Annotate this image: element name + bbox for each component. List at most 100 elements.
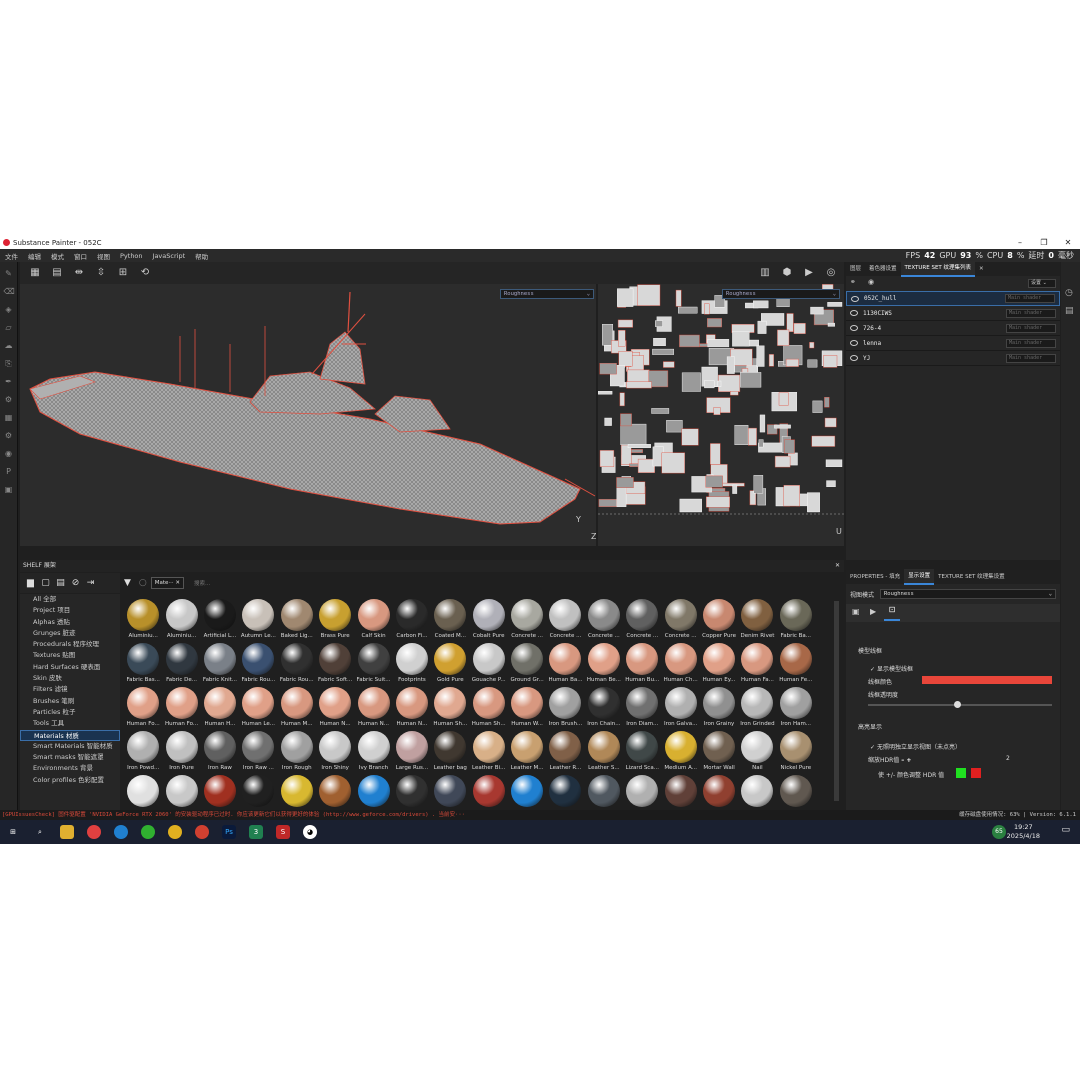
log-icon[interactable]: ▤: [1065, 306, 1074, 316]
material-thumbnail[interactable]: [316, 774, 354, 810]
projection-icon[interactable]: ◈: [4, 305, 14, 315]
chrome-alt-icon[interactable]: [195, 825, 209, 839]
material-thumbnail[interactable]: [738, 774, 776, 810]
material-thumbnail[interactable]: Human Be...: [585, 642, 623, 686]
texture-set-row[interactable]: YJ Main shader: [846, 351, 1060, 366]
material-thumbnail[interactable]: [201, 774, 239, 810]
material-thumbnail[interactable]: Fabric De...: [162, 642, 200, 686]
eye-icon[interactable]: ◉: [868, 278, 874, 286]
shelf-category-item[interactable]: Skin 皮肤: [20, 673, 120, 684]
shelf-category-item[interactable]: Brushes 笔刷: [20, 696, 120, 707]
polygon-fill-icon[interactable]: ▱: [4, 323, 14, 333]
material-thumbnail[interactable]: Human Fe...: [777, 642, 815, 686]
file-explorer-icon[interactable]: [60, 825, 74, 839]
material-thumbnail[interactable]: Iron Shiny: [316, 730, 354, 774]
align-icon[interactable]: ⇳: [94, 266, 108, 280]
material-thumbnail[interactable]: Human Sh...: [470, 686, 508, 730]
shelf-category-item[interactable]: Hard Surfaces 硬表面: [20, 662, 120, 673]
frame-icon[interactable]: ⊞: [116, 266, 130, 280]
material-thumbnail[interactable]: [585, 774, 623, 810]
right-panel-tab[interactable]: 着色器设置: [865, 262, 901, 276]
shader-dropdown[interactable]: Main shader: [1006, 323, 1056, 333]
layout-split-icon[interactable]: ▤: [50, 266, 64, 280]
hide-icon[interactable]: ⊘: [71, 578, 80, 588]
material-thumbnail[interactable]: [470, 774, 508, 810]
slider-handle[interactable]: [954, 701, 961, 708]
smudge-icon[interactable]: ☁: [4, 341, 14, 351]
material-thumbnail[interactable]: Iron Chain...: [585, 686, 623, 730]
material-thumbnail[interactable]: Iron Diam...: [623, 686, 661, 730]
search-icon[interactable]: ⌕: [33, 825, 47, 839]
right-panel-tab[interactable]: TEXTURE SET 纹理集列表: [900, 261, 976, 277]
close-icon[interactable]: ✕: [1056, 236, 1080, 249]
wire-color-swatch[interactable]: [922, 676, 1052, 684]
material-thumbnail[interactable]: Large Rus...: [393, 730, 431, 774]
material-thumbnail[interactable]: Concrete ...: [546, 598, 584, 642]
material-thumbnail[interactable]: Concrete ...: [623, 598, 661, 642]
material-thumbnail[interactable]: Denim Rivet: [738, 598, 776, 642]
material-thumbnail[interactable]: Copper Pure: [700, 598, 738, 642]
trash-icon[interactable]: ▤: [56, 578, 65, 588]
material-thumbnail[interactable]: Human Ba...: [546, 642, 584, 686]
material-thumbnail[interactable]: Human Fa...: [738, 642, 776, 686]
material-thumbnail[interactable]: Leather bag: [431, 730, 469, 774]
right-panel-tab[interactable]: 图层: [846, 262, 865, 276]
material-thumbnail[interactable]: Human Bu...: [623, 642, 661, 686]
chrome-icon[interactable]: [168, 825, 182, 839]
material-thumbnail[interactable]: [278, 774, 316, 810]
texture-set-row[interactable]: 726-4 Main shader: [846, 321, 1060, 336]
material-thumbnail[interactable]: Nickel Pure: [777, 730, 815, 774]
menu-item[interactable]: 编辑: [23, 251, 46, 261]
3d-app-icon[interactable]: 3: [249, 825, 263, 839]
material-thumbnail[interactable]: [124, 774, 162, 810]
menu-item[interactable]: 模式: [46, 251, 69, 261]
bake-icon[interactable]: ⚙: [4, 395, 14, 405]
material-thumbnail[interactable]: Autumn Le...: [239, 598, 277, 642]
material-thumbnail[interactable]: Fabric Knit...: [201, 642, 239, 686]
properties-tab[interactable]: 显示设置: [904, 569, 935, 585]
material-thumbnail[interactable]: [661, 774, 699, 810]
material-thumbnail[interactable]: Human Ey...: [700, 642, 738, 686]
filter-chip[interactable]: Mate··· ✕: [150, 577, 185, 589]
material-thumbnail[interactable]: Ivy Branch: [354, 730, 392, 774]
texture-set-row[interactable]: 1130CIWS Main shader: [846, 306, 1060, 321]
clock[interactable]: 19:27 2025/4/18: [1007, 823, 1040, 841]
filter-icon[interactable]: ▼: [124, 578, 131, 588]
render-mode-icon[interactable]: ▥: [758, 266, 772, 280]
viewport-2d-uv[interactable]: Roughness ⌄ U: [598, 284, 844, 546]
green-app-icon[interactable]: [141, 825, 155, 839]
material-thumbnail[interactable]: Carbon Fi...: [393, 598, 431, 642]
shelf-category-item[interactable]: Smart masks 智能遮罩: [20, 752, 120, 763]
close-icon[interactable]: ✕: [835, 560, 840, 572]
notification-icon[interactable]: ▭: [1061, 825, 1070, 835]
windows-start-icon[interactable]: ⊞: [6, 825, 20, 839]
texture-set-row[interactable]: 052C_hull Main shader: [846, 291, 1060, 306]
material-thumbnail[interactable]: [393, 774, 431, 810]
shelf-category-item[interactable]: Textures 贴图: [20, 650, 120, 661]
shelf-category-item[interactable]: Filters 滤镜: [20, 684, 120, 695]
menu-item[interactable]: 帮助: [190, 251, 213, 261]
shelf-scrollbar[interactable]: [834, 601, 839, 801]
material-thumbnail[interactable]: Artificial L...: [201, 598, 239, 642]
substance-painter-icon[interactable]: S: [276, 825, 290, 839]
material-thumbnail[interactable]: Medium A...: [661, 730, 699, 774]
material-thumbnail[interactable]: Concrete ...: [508, 598, 546, 642]
material-thumbnail[interactable]: Calf Skin: [354, 598, 392, 642]
material-thumbnail[interactable]: Concrete ...: [661, 598, 699, 642]
browser-icon[interactable]: [87, 825, 101, 839]
minimize-icon[interactable]: –: [1008, 236, 1032, 249]
eye-icon[interactable]: [850, 325, 858, 331]
eye-icon[interactable]: [851, 295, 859, 302]
material-thumbnail[interactable]: [700, 774, 738, 810]
shelf-category-item[interactable]: Color profiles 色彩配置: [20, 775, 120, 786]
material-thumbnail[interactable]: Human W...: [508, 686, 546, 730]
notification-badge[interactable]: 65: [992, 825, 1006, 839]
material-thumbnail[interactable]: Iron Raw ...: [239, 730, 277, 774]
photoshop-taskbar-icon[interactable]: Ps: [222, 825, 236, 839]
material-thumbnail[interactable]: Brass Pure: [316, 598, 354, 642]
video-camera-icon[interactable]: ▶: [802, 266, 816, 280]
material-thumbnail[interactable]: Fabric Soft...: [316, 642, 354, 686]
symmetry-icon[interactable]: ⇹: [72, 266, 86, 280]
material-thumbnail[interactable]: Fabric Suit...: [354, 642, 392, 686]
menu-item[interactable]: 视图: [92, 251, 115, 261]
